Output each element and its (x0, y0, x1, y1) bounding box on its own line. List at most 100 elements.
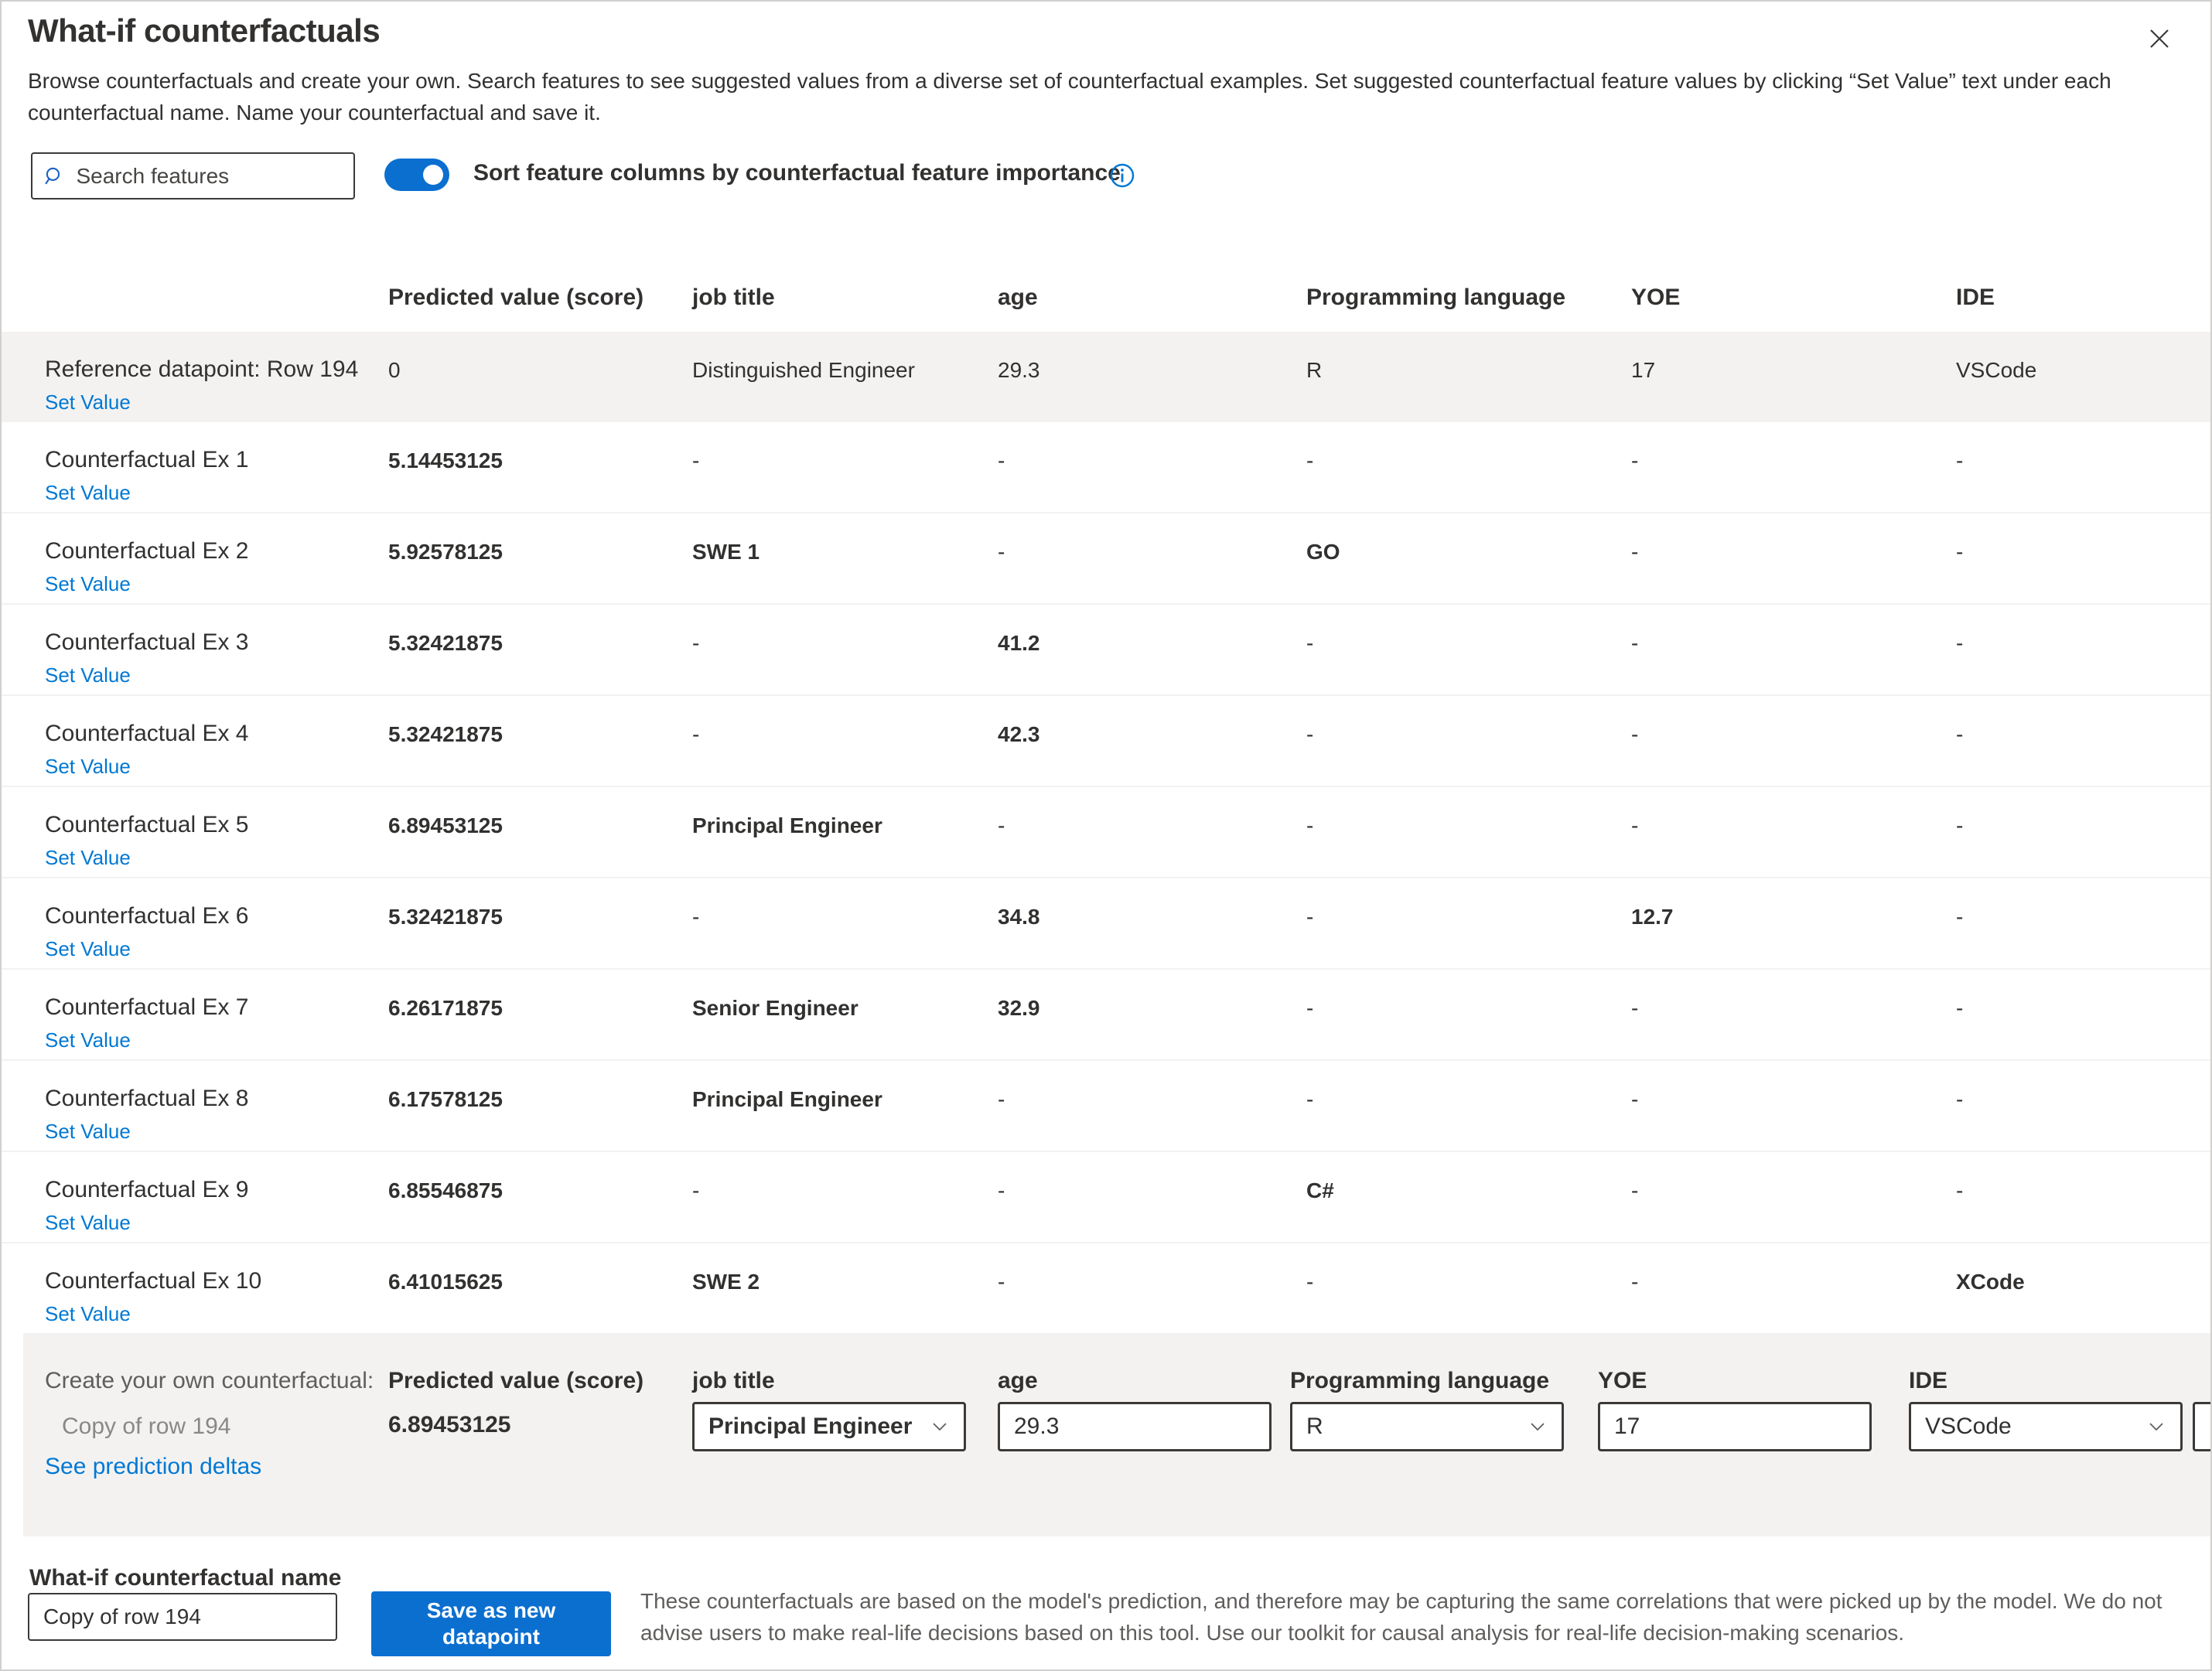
cell: - (1306, 1087, 1313, 1112)
cell: 0 (388, 358, 401, 383)
cell: 6.41015625 (388, 1270, 503, 1294)
set-value-link[interactable]: Set Value (45, 1028, 131, 1052)
cell: 6.89453125 (388, 813, 503, 838)
cell: 5.92578125 (388, 540, 503, 564)
cell: - (1631, 722, 1638, 747)
row-label: Counterfactual Ex 3 (45, 629, 248, 656)
ide-dropdown-value: VSCode (1925, 1414, 2012, 1440)
search-box (31, 152, 355, 199)
counterfactual-row: Counterfactual Ex 9Set Value6.85546875--… (2, 1151, 2212, 1242)
cell: 5.14453125 (388, 448, 503, 473)
job-title-dropdown-label: job title (692, 1368, 775, 1394)
cell: 12.7 (1631, 905, 1674, 929)
cell: - (998, 448, 1005, 473)
ide-dropdown-label: IDE (1909, 1368, 1947, 1394)
counterfactual-row: Counterfactual Ex 1 Set Value 5.14453125 - -… (2, 421, 2212, 512)
cell: - (1956, 996, 1963, 1021)
yoe-input[interactable] (1598, 1402, 1872, 1451)
cell: Principal Engineer (692, 813, 882, 838)
description: Browse counterfactuals and create your o… (28, 65, 2147, 128)
counterfactual-row: Counterfactual Ex 10Set Value6.41015625S… (2, 1242, 2212, 1333)
counterfactual-row: Counterfactual Ex 2 Set Value 5.92578125 SW… (2, 512, 2212, 603)
clipped-field-control[interactable] (2193, 1402, 2212, 1451)
cell: XCode (1956, 1270, 2025, 1294)
programming-language-dropdown-value: R (1306, 1414, 1323, 1440)
row-label: Counterfactual Ex 2 (45, 538, 248, 564)
info-icon[interactable] (1110, 163, 1135, 188)
counterfactual-row: Counterfactual Ex 4Set Value5.32421875-4… (2, 694, 2212, 786)
cell: - (1631, 813, 1638, 838)
cell: - (692, 631, 699, 656)
see-prediction-deltas-link[interactable]: See prediction deltas (45, 1454, 261, 1480)
programming-language-dropdown[interactable]: R (1290, 1402, 1564, 1451)
cell: 5.32421875 (388, 722, 503, 747)
cell: - (1956, 722, 1963, 747)
set-value-link[interactable]: Set Value (45, 1211, 131, 1235)
cell: 6.26171875 (388, 996, 503, 1021)
cell: Senior Engineer (692, 996, 859, 1021)
counterfactual-table: Reference datapoint: Row 194Set Value0Di… (2, 332, 2212, 1333)
cell: - (1306, 813, 1313, 838)
cell: - (1306, 905, 1313, 929)
reference-row: Reference datapoint: Row 194Set Value0Di… (2, 332, 2212, 421)
sort-toggle-label: Sort feature columns by counterfactual f… (473, 160, 1121, 186)
cell: - (692, 1178, 699, 1203)
cell: - (1956, 540, 1963, 564)
cell: SWE 1 (692, 540, 760, 564)
row-label: Counterfactual Ex 10 (45, 1268, 261, 1294)
counterfactual-name-input[interactable] (28, 1593, 337, 1641)
set-value-link[interactable]: Set Value (45, 846, 131, 870)
toggle-knob (423, 165, 443, 185)
cell: - (998, 813, 1005, 838)
cell: C# (1306, 1178, 1334, 1203)
counterfactual-row: Counterfactual Ex 6Set Value5.32421875-3… (2, 877, 2212, 968)
page-title: What-if counterfactuals (28, 12, 380, 49)
cell: - (1631, 1087, 1638, 1112)
cell: R (1306, 358, 1322, 383)
save-as-new-datapoint-button[interactable]: Save as new datapoint (371, 1591, 611, 1656)
programming-language-dropdown-label: Programming language (1290, 1368, 1549, 1394)
cell: - (1631, 996, 1638, 1021)
cell: 32.9 (998, 996, 1040, 1021)
job-title-dropdown[interactable]: Principal Engineer (692, 1402, 966, 1451)
cell: 17 (1631, 358, 1655, 383)
set-value-link[interactable]: Set Value (45, 663, 131, 687)
create-predicted-label: Predicted value (score) (388, 1368, 643, 1394)
cell: - (1956, 905, 1963, 929)
set-value-link[interactable]: Set Value (45, 1302, 131, 1326)
job-title-dropdown-value: Principal Engineer (708, 1414, 912, 1440)
cell: - (1306, 1270, 1313, 1294)
row-label: Counterfactual Ex 1 (45, 447, 248, 473)
search-icon (43, 164, 65, 189)
yoe-input[interactable] (1614, 1414, 1855, 1440)
search-input[interactable] (76, 164, 343, 189)
column-header: YOE (1631, 285, 1680, 311)
create-own-name-text: Copy of row 194 (62, 1414, 230, 1440)
cell: - (1956, 1178, 1963, 1203)
cell: - (1306, 448, 1313, 473)
cell: - (1956, 813, 1963, 838)
set-value-link[interactable]: Set Value (45, 390, 131, 414)
cell: VSCode (1956, 358, 2036, 383)
cell: Principal Engineer (692, 1087, 882, 1112)
cell: - (1631, 1270, 1638, 1294)
column-header: IDE (1956, 285, 1995, 311)
set-value-link[interactable]: Set Value (45, 755, 131, 779)
cell: - (1306, 722, 1313, 747)
what-if-counterfactuals-dialog: What-if counterfactuals Browse counterfa… (0, 0, 2212, 1671)
cell: 29.3 (998, 358, 1040, 383)
sort-toggle[interactable] (384, 159, 449, 191)
set-value-link[interactable]: Set Value (45, 1120, 131, 1144)
row-label: Reference datapoint: Row 194 (45, 356, 358, 383)
ide-dropdown[interactable]: VSCode (1909, 1402, 2183, 1451)
age-input[interactable] (1014, 1414, 1255, 1440)
cell: - (1631, 540, 1638, 564)
column-header: job title (692, 285, 775, 311)
close-button[interactable] (2139, 19, 2180, 59)
row-label: Counterfactual Ex 7 (45, 994, 248, 1021)
set-value-link[interactable]: Set Value (45, 937, 131, 961)
column-header: Programming language (1306, 285, 1565, 311)
set-value-link[interactable]: Set Value (45, 481, 131, 505)
set-value-link[interactable]: Set Value (45, 572, 131, 596)
age-input[interactable] (998, 1402, 1272, 1451)
